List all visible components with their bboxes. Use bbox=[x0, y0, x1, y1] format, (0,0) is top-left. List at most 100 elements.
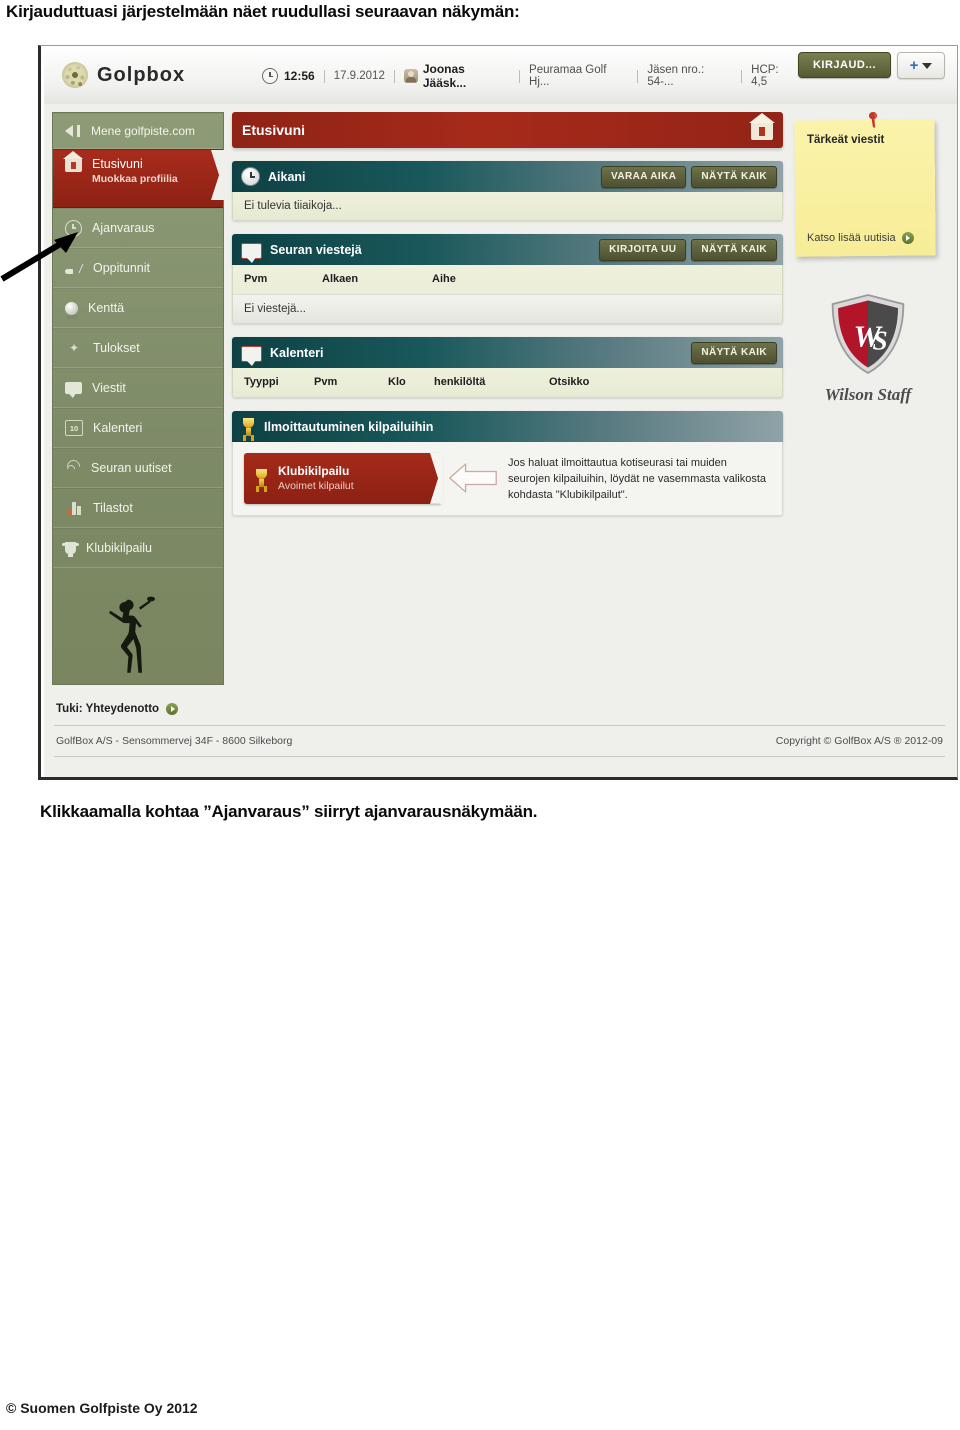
topbar-member-no: Jäsen nro.: 54-... bbox=[647, 64, 705, 88]
panel-body: Tyyppi Pvm Klo henkilöltä Otsikko bbox=[232, 368, 783, 398]
person-icon bbox=[403, 69, 418, 83]
login-button[interactable]: KIRJAUD... bbox=[797, 52, 891, 78]
column-header-tyyppi: Tyyppi bbox=[244, 376, 279, 388]
page-caption-text: Klikkaamalla kohtaa ”Ajanvaraus” siirryt… bbox=[40, 802, 538, 821]
play-circle-icon bbox=[166, 703, 179, 715]
application-screenshot: Golpbox 12:56 17.9.2012 Joonas Jääsk... … bbox=[38, 45, 958, 780]
page-footer-text: © Suomen Golfpiste Oy 2012 bbox=[6, 1400, 198, 1416]
column-header-henkilolta: henkilöltä bbox=[434, 376, 486, 388]
support-label: Tuki: Yhteydenotto bbox=[56, 703, 160, 715]
sidebar-item-label: Seuran uutiset bbox=[91, 461, 172, 475]
left-arrow-icon bbox=[442, 453, 504, 504]
sidebar-item-mene-golfpiste[interactable]: Mene golfpiste.com bbox=[53, 113, 223, 149]
panel-header: Ilmoittautuminen kilpailuihin bbox=[232, 411, 783, 442]
page-header: Etusivuni bbox=[232, 112, 783, 148]
clock-icon bbox=[65, 219, 82, 237]
note-more-news-link[interactable]: Katso lisää uutisia bbox=[807, 232, 914, 244]
plus-icon: + bbox=[909, 57, 919, 74]
nayta-kaikki-button[interactable]: NÄYTÄ KAIK bbox=[691, 238, 777, 261]
sidebar-item-label: Kenttä bbox=[88, 301, 125, 315]
empty-message: Ei viestejä... bbox=[233, 294, 782, 323]
footer-row: GolfBox A/S - Sensommervej 34F - 8600 Si… bbox=[52, 726, 947, 747]
sidebar-item-seuran-uutiset[interactable]: Seuran uutiset bbox=[53, 448, 223, 488]
sidebar-item-etusivuni[interactable]: Etusivuni Muokkaa profiilia bbox=[53, 149, 224, 208]
kirjoita-uusi-button[interactable]: KIRJOITA UU bbox=[599, 238, 687, 261]
divider bbox=[323, 69, 325, 83]
panel-header: Seuran viestejä KIRJOITA UU NÄYTÄ KAIK bbox=[232, 234, 783, 265]
tile-subtitle: Avoimet kilpailut bbox=[278, 480, 354, 493]
sidebar-item-klubikilpailu[interactable]: Klubikilpailu bbox=[53, 528, 223, 568]
sidebar-item-viestit[interactable]: Viestit bbox=[53, 368, 223, 408]
column-header-otsikko: Otsikko bbox=[549, 376, 590, 388]
sidebar-item-tilastot[interactable]: Tilastot bbox=[53, 488, 223, 528]
support-link[interactable]: Tuki: Yhteydenotto bbox=[52, 691, 947, 725]
klubikilpailu-tile[interactable]: Klubikilpailu Avoimet kilpailut bbox=[244, 453, 443, 504]
bar-chart-icon bbox=[65, 501, 83, 515]
rss-icon bbox=[65, 461, 81, 475]
svg-text:S: S bbox=[873, 325, 888, 355]
golfbox-logo[interactable]: Golpbox bbox=[62, 62, 185, 88]
panel-body: Pvm Alkaen Aihe Ei viestejä... bbox=[232, 265, 783, 324]
divider bbox=[637, 69, 639, 83]
sidebar-item-sublabel[interactable]: Muokkaa profiilia bbox=[92, 173, 178, 185]
page-intro-text: Kirjauduttuasi järjestelmään näet ruudul… bbox=[6, 2, 520, 21]
sidebar: Mene golfpiste.com Etusivuni Muokkaa pro… bbox=[52, 112, 224, 685]
panel-title: Kalenteri bbox=[270, 345, 324, 360]
panel-seuran-viesteja: Seuran viestejä KIRJOITA UU NÄYTÄ KAIK P… bbox=[232, 234, 783, 324]
golfbox-logo-text: Golpbox bbox=[97, 63, 186, 86]
main-content: Etusivuni Aikani VARAA AIKA NÄYTÄ KAIK E… bbox=[232, 112, 783, 685]
table-header-row: Tyyppi Pvm Klo henkilöltä Otsikko bbox=[233, 368, 782, 397]
column-header-klo: Klo bbox=[388, 376, 406, 388]
varaa-aika-button[interactable]: VARAA AIKA bbox=[601, 165, 687, 188]
panel-kalenteri: Kalenteri NÄYTÄ KAIK Tyyppi Pvm Klo henk… bbox=[232, 337, 783, 398]
panel-title: Seuran viestejä bbox=[270, 242, 362, 257]
trophy-icon bbox=[241, 417, 256, 436]
message-icon bbox=[241, 242, 262, 263]
sidebar-item-label: Tilastot bbox=[93, 501, 133, 515]
topbar-hcp: HCP: 4,5 bbox=[751, 64, 779, 88]
topbar-user-name[interactable]: Joonas Jääsk... bbox=[423, 62, 510, 90]
sidebar-item-ajanvaraus[interactable]: Ajanvaraus bbox=[53, 208, 223, 248]
sidebar-item-label: Viestit bbox=[92, 381, 126, 395]
pushpin-icon bbox=[869, 112, 877, 128]
golfer-silhouette-icon bbox=[105, 590, 157, 676]
home-icon[interactable] bbox=[749, 112, 775, 140]
panel-title: Aikani bbox=[268, 169, 306, 184]
divider bbox=[519, 69, 521, 83]
panel-header: Kalenteri NÄYTÄ KAIK bbox=[232, 337, 783, 368]
hint-text: Jos haluat ilmoittautua kotiseurasi tai … bbox=[508, 457, 767, 501]
column-header-pvm: Pvm bbox=[244, 273, 268, 285]
nayta-kaikki-button[interactable]: NÄYTÄ KAIK bbox=[691, 165, 777, 188]
add-dropdown-button[interactable]: + bbox=[897, 52, 945, 79]
sidebar-item-tulokset[interactable]: ✦ Tulokset bbox=[53, 328, 223, 368]
calendar-icon: 10 bbox=[65, 420, 83, 436]
sidebar-item-label: Tulokset bbox=[93, 341, 140, 355]
sidebar-item-label: Oppitunnit bbox=[93, 261, 150, 275]
note-title: Tärkeät viestit bbox=[807, 134, 885, 146]
sidebar-item-kentta[interactable]: Kenttä bbox=[53, 288, 223, 328]
empty-message: Ei tulevia tiiaikoja... bbox=[233, 192, 782, 220]
panel-aikani: Aikani VARAA AIKA NÄYTÄ KAIK Ei tulevia … bbox=[232, 161, 783, 221]
clock-icon bbox=[241, 167, 260, 186]
home-icon bbox=[63, 151, 83, 172]
message-icon bbox=[241, 345, 262, 366]
app-topbar: Golpbox 12:56 17.9.2012 Joonas Jääsk... … bbox=[44, 46, 957, 105]
active-notch bbox=[211, 150, 224, 200]
divider bbox=[393, 69, 395, 83]
sidebar-item-label: Etusivuni bbox=[92, 157, 143, 171]
tile-title: Klubikilpailu bbox=[278, 463, 350, 478]
panel-title: Ilmoittautuminen kilpailuihin bbox=[264, 419, 434, 434]
panel-ilmoittautuminen: Ilmoittautuminen kilpailuihin Klubikilpa… bbox=[232, 411, 783, 516]
sidebar-item-label: Ajanvaraus bbox=[92, 221, 155, 235]
arrow-bar-icon bbox=[65, 124, 81, 138]
important-messages-note: Tärkeät viestit Katso lisää uutisia bbox=[794, 112, 936, 257]
sidebar-item-kalenteri[interactable]: 10 Kalenteri bbox=[53, 408, 223, 448]
nayta-kaikki-button[interactable]: NÄYTÄ KAIK bbox=[691, 341, 777, 364]
column-header-pvm: Pvm bbox=[314, 376, 338, 388]
topbar-club: Peuramaa Golf Hj... bbox=[529, 64, 607, 88]
company-address: GolfBox A/S - Sensommervej 34F - 8600 Si… bbox=[56, 735, 293, 747]
globe-icon bbox=[62, 62, 88, 88]
clock-icon bbox=[262, 68, 278, 84]
sidebar-item-oppitunnit[interactable]: Oppitunnit bbox=[53, 248, 223, 288]
results-icon: ✦ bbox=[68, 341, 80, 355]
